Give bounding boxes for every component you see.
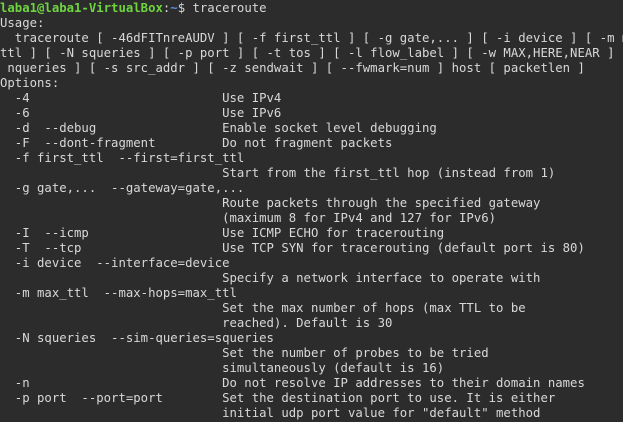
output-line: -T --tcp Use TCP SYN for tracerouting (d… [0,241,585,255]
terminal-window[interactable]: laba1@laba1-VirtualBox:~$ traceroute Usa… [0,0,623,422]
output-line: Usage: [0,16,45,30]
output-line: Route packets through the specified gate… [0,196,541,210]
output-line: initial udp port value for "default" met… [0,406,541,420]
output-line: Set the number of probes to be tried [0,346,489,360]
output-line: -g gate,... --gateway=gate,... [0,181,245,195]
output-line: simultaneously (default is 16) [0,361,445,375]
output-line: nqueries ] [ -s src_addr ] [ -z sendwait… [0,61,585,75]
output-line: Options: [0,76,60,90]
output-line: -p port --port=port Set the destination … [0,391,556,405]
prompt-path: ~ [170,1,178,15]
output-line: -d --debug Enable socket level debugging [0,121,437,135]
output-line: Specify a network interface to operate w… [0,271,541,285]
output-line: -F --dont-fragment Do not fragment packe… [0,136,393,150]
output-line: (maximum 8 for IPv4 and 127 for IPv6) [0,211,497,225]
output-line: -N squeries --sim-queries=squeries [0,331,274,345]
output-line: -I --icmp Use ICMP ECHO for tracerouting [0,226,445,240]
output-line: traceroute [ -46dFITnreAUDV ] [ -f first… [0,31,623,45]
output-line: -n Do not resolve IP addresses to their … [0,376,585,390]
output-line: Set the max number of hops (max TTL to b… [0,301,526,315]
prompt-line: laba1@laba1-VirtualBox:~$ traceroute [0,1,623,16]
typed-command: traceroute [192,1,267,15]
output-line: -6 Use IPv6 [0,106,282,120]
output-line: Start from the first_ttl hop (instead fr… [0,166,556,180]
output-line: reached). Default is 30 [0,316,393,330]
output-line: -4 Use IPv4 [0,91,282,105]
output-line: -m max_ttl --max-hops=max_ttl [0,286,237,300]
prompt-user-host: laba1@laba1-VirtualBox [0,1,163,15]
output-line: ttl ] [ -N squeries ] [ -p port ] [ -t t… [0,46,623,60]
prompt-dollar: $ [177,1,193,15]
output-line: -f first_ttl --first=first_ttl [0,151,245,165]
output-line: -i device --interface=device [0,256,230,270]
